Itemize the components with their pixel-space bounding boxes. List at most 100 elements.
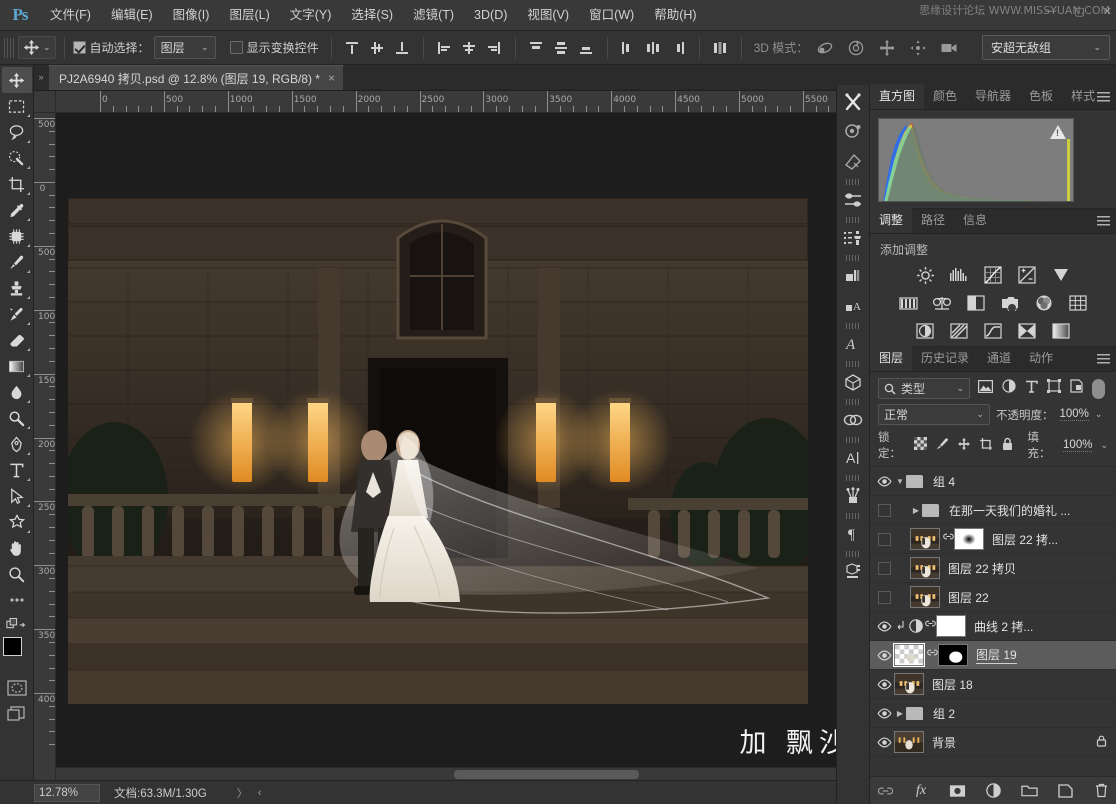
tab-路径[interactable]: 路径	[912, 208, 954, 233]
menu-edit[interactable]: 编辑(E)	[101, 0, 163, 31]
dodge-tool[interactable]	[2, 405, 32, 431]
vertical-ruler[interactable]: 50005001000150020002500300035004000	[34, 113, 56, 780]
tab-调整[interactable]: 调整	[870, 208, 912, 233]
brightness-contrast-icon[interactable]	[914, 264, 936, 286]
tab-色板[interactable]: 色板	[1020, 84, 1062, 109]
layer-style-button[interactable]: fx	[912, 782, 930, 800]
mask-link-icon[interactable]	[927, 647, 938, 663]
eyedropper-tool[interactable]	[2, 197, 32, 223]
chevron-right-icon[interactable]: ▶	[910, 506, 922, 515]
status-collapse-arrow[interactable]: ‹	[258, 787, 262, 799]
document-tab[interactable]: PJ2A6940 拷贝.psd @ 12.8% (图层 19, RGB/8) *…	[48, 65, 344, 90]
layer-row[interactable]: 曲线 2 拷...	[870, 612, 1116, 641]
zoom-level-input[interactable]: 12.78%	[34, 784, 100, 802]
measurement-log-icon[interactable]	[838, 557, 868, 587]
spot-healing-brush-tool[interactable]	[2, 223, 32, 249]
eraser-tool[interactable]	[2, 327, 32, 353]
layer-thumbnail[interactable]	[894, 731, 924, 753]
layer-visibility-toggle[interactable]	[874, 533, 894, 546]
paragraph-panel-icon[interactable]: ¶	[838, 519, 868, 549]
layer-row[interactable]: ▶在那一天我们的婚礼 ...	[870, 496, 1116, 525]
threshold-icon[interactable]	[982, 320, 1004, 342]
3d-camera-icon[interactable]	[936, 36, 961, 60]
mask-link-icon[interactable]	[925, 618, 936, 634]
menu-3d[interactable]: 3D(D)	[464, 0, 517, 31]
3d-roll-icon[interactable]	[843, 36, 868, 60]
layer-visibility-toggle[interactable]	[874, 621, 894, 632]
layer-row[interactable]: ▼ 组 4	[870, 467, 1116, 496]
rectangular-marquee-tool[interactable]	[2, 93, 32, 119]
layer-visibility-toggle[interactable]	[874, 708, 894, 719]
opacity-dropdown-arrow[interactable]: ⌄	[1095, 409, 1103, 420]
layer-thumbnail[interactable]	[894, 644, 924, 666]
horizontal-ruler[interactable]: 0500100015002000250030003500400045005000…	[56, 91, 870, 113]
auto-select-checkbox[interactable]	[73, 41, 86, 54]
new-layer-button[interactable]	[1056, 782, 1074, 800]
menu-type[interactable]: 文字(Y)	[280, 0, 342, 31]
custom-shape-tool[interactable]	[2, 509, 32, 535]
tab-信息[interactable]: 信息	[954, 208, 996, 233]
layer-row[interactable]: 图层 22	[870, 583, 1116, 612]
panel-menu-icon[interactable]	[1097, 92, 1110, 103]
layer-name[interactable]: 图层 22 拷贝	[948, 560, 1016, 577]
minimize-button[interactable]: —	[1045, 5, 1056, 17]
layer-name[interactable]: 组 2	[933, 705, 955, 722]
3d-panel-icon[interactable]	[838, 367, 868, 397]
options-bar-grip[interactable]	[4, 38, 14, 58]
foreground-color-swatch[interactable]	[3, 637, 22, 656]
panel-menu-icon[interactable]	[1097, 354, 1110, 365]
layer-row[interactable]: 图层 22 拷贝	[870, 554, 1116, 583]
distribute-right-icon[interactable]	[666, 36, 691, 60]
chevron-down-icon[interactable]: ▼	[894, 477, 906, 486]
align-right-icon[interactable]	[482, 36, 507, 60]
invert-icon[interactable]	[914, 320, 936, 342]
quick-mask-toggle[interactable]	[2, 675, 32, 701]
move-tool[interactable]	[2, 67, 32, 93]
color-swatches[interactable]	[1, 637, 33, 667]
character-styles-icon[interactable]: A	[838, 291, 868, 321]
layer-name[interactable]: 背景	[932, 734, 956, 751]
levels-icon[interactable]	[948, 264, 970, 286]
layer-row[interactable]: ▶ 组 2	[870, 699, 1116, 728]
photo-filter-icon[interactable]	[999, 292, 1021, 314]
layer-mask-thumbnail[interactable]	[938, 644, 968, 666]
delete-layer-button[interactable]	[1092, 782, 1110, 800]
lock-position-icon[interactable]	[957, 437, 971, 454]
gradient-map-icon[interactable]	[1050, 320, 1072, 342]
lock-image-icon[interactable]	[935, 437, 949, 454]
layer-comps-icon[interactable]	[838, 261, 868, 291]
path-selection-tool[interactable]	[2, 483, 32, 509]
lock-artboard-icon[interactable]	[979, 437, 993, 454]
menu-help[interactable]: 帮助(H)	[644, 0, 706, 31]
layer-mask-thumbnail[interactable]	[936, 615, 966, 637]
layer-visibility-toggle[interactable]	[874, 679, 894, 690]
menu-file[interactable]: 文件(F)	[40, 0, 101, 31]
layer-visibility-toggle[interactable]	[874, 504, 894, 517]
curves-icon[interactable]	[982, 264, 1004, 286]
horizontal-type-tool[interactable]	[2, 457, 32, 483]
adjustments-dock-icon[interactable]	[838, 185, 868, 215]
layer-name[interactable]: 组 4	[933, 473, 955, 490]
show-transform-checkbox[interactable]	[230, 41, 243, 54]
tab-历史记录[interactable]: 历史记录	[912, 346, 978, 371]
opacity-value[interactable]: 100%	[1060, 408, 1089, 421]
layer-thumbnail[interactable]	[910, 557, 940, 579]
creative-cloud-icon[interactable]	[838, 405, 868, 435]
distribute-horizontal-center-icon[interactable]	[641, 36, 666, 60]
clone-source-icon[interactable]	[838, 223, 868, 253]
histogram-warning-icon[interactable]	[1050, 125, 1066, 139]
crop-tool[interactable]	[2, 171, 32, 197]
clone-stamp-tool[interactable]	[2, 275, 32, 301]
tab-通道[interactable]: 通道	[978, 346, 1020, 371]
new-group-button[interactable]	[1020, 782, 1038, 800]
add-mask-button[interactable]	[948, 782, 966, 800]
glyphs-icon[interactable]: A	[838, 329, 868, 359]
distribute-left-icon[interactable]	[616, 36, 641, 60]
tab-图层[interactable]: 图层	[870, 346, 912, 371]
layer-name[interactable]: 曲线 2 拷...	[974, 618, 1033, 635]
chevron-right-icon[interactable]: ▶	[894, 709, 906, 718]
layer-visibility-toggle[interactable]	[874, 562, 894, 575]
panel-menu-icon[interactable]	[1097, 216, 1110, 227]
menu-layer[interactable]: 图层(L)	[219, 0, 279, 31]
auto-align-button[interactable]	[708, 36, 733, 60]
